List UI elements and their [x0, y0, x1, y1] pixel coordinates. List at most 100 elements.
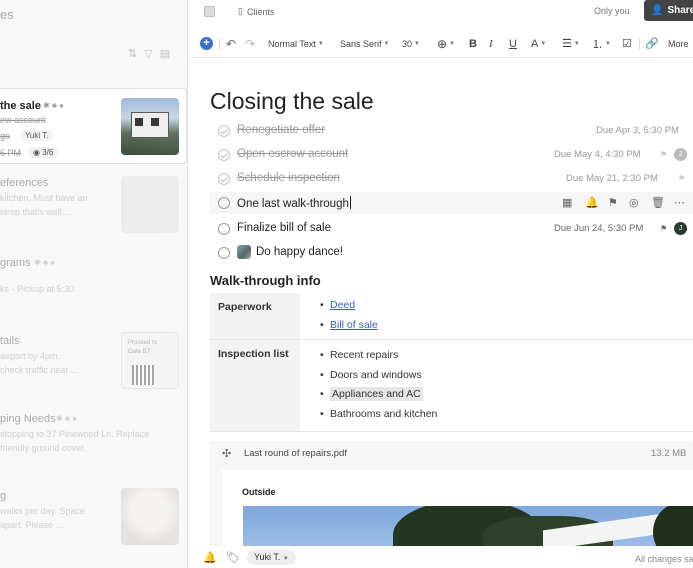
assign-icon[interactable]: ◎ [629, 196, 639, 209]
table-key-cell[interactable]: Paperwork [210, 293, 300, 340]
task-due-date: Due May 21, 2:30 PM [566, 173, 658, 184]
deed-link[interactable]: Deed [330, 299, 355, 311]
pdf-attachment[interactable]: ✣ Last round of repairs.pdf 13.2 MB Outs… [210, 441, 693, 559]
numbered-list-button[interactable]: ⒈ ▼ [592, 36, 611, 52]
table-key-cell[interactable]: Inspection list [210, 339, 300, 432]
task-label[interactable]: Do happy dance! [256, 246, 343, 258]
underline-icon[interactable]: U [509, 38, 517, 50]
italic-icon[interactable]: I [489, 38, 493, 50]
task-label[interactable]: One last walk-through [237, 196, 351, 210]
task-checkbox[interactable] [218, 197, 230, 209]
task-checkbox[interactable] [218, 223, 230, 235]
redo-icon[interactable]: ↷ [245, 37, 255, 51]
note-list-item-snippet2: apart. Please ... [0, 520, 64, 530]
assignee-avatar: J [674, 222, 687, 235]
link-icon[interactable]: 🔗 [645, 37, 659, 50]
task-row[interactable]: Schedule inspection Due May 21, 2:30 PM … [210, 168, 693, 190]
font-dropdown[interactable]: Sans Serif ▼ [340, 39, 389, 49]
filter-icon[interactable]: ▽ [144, 47, 152, 60]
share-button[interactable]: 👤 Share [644, 0, 693, 21]
task-row[interactable]: Finalize bill of sale Due Jun 24, 5:30 P… [210, 218, 693, 240]
more-options-icon[interactable]: ⋯ [674, 196, 685, 209]
task-checkbox[interactable] [218, 149, 230, 161]
note-list-item-snippet: ew account [0, 115, 46, 125]
task-label[interactable]: Open escrow account [237, 148, 348, 160]
task-label[interactable]: Finalize bill of sale [237, 222, 331, 234]
task-label[interactable]: Renegotiate offer [237, 124, 325, 136]
color-circle-icon: ⊕ [437, 36, 448, 51]
task-checkbox[interactable] [218, 125, 230, 137]
list-item[interactable]: Recent repairs [320, 346, 685, 366]
highlight-icon: A [531, 37, 539, 50]
notebook-icon: ▯ [238, 6, 243, 16]
save-status: All changes sa [635, 554, 693, 564]
walk-through-table: Paperwork Deed Bill of sale Inspection l… [210, 293, 693, 432]
table-value-cell[interactable]: Recent repairs Doors and windows Applian… [300, 339, 693, 432]
pdf-icon: ✣ [222, 448, 232, 460]
task-due-date: Due May 4, 4:30 PM [554, 149, 641, 160]
note-list-item-snippet2: go [0, 131, 11, 141]
font-value: Sans Serif [340, 38, 382, 49]
bulleted-list-button[interactable]: ☰ ▼ [562, 37, 580, 50]
sort-icon[interactable]: ⇅ [128, 47, 137, 60]
task-row[interactable]: Renegotiate offer Due Apr 3, 5:30 PM [210, 120, 693, 142]
note-list-item-task-count: ◉ 3/6 [28, 147, 59, 158]
text-color-button[interactable]: ⊕ ▼ [437, 37, 455, 51]
task-checkbox[interactable] [218, 247, 230, 259]
boarding-pass-thumbnail-image: Proceed to Gate B7 [121, 332, 179, 389]
chevron-down-icon: ▼ [383, 40, 390, 47]
assignee-avatar: J [674, 148, 687, 161]
undo-icon[interactable]: ↶ [226, 37, 236, 51]
task-row-active[interactable]: One last walk-through ▦ 🔔 ⚑ ◎ 🗑 ⋯ [210, 192, 693, 214]
checklist-icon[interactable]: ☑ [622, 37, 632, 50]
note-list-panel: es ⇅ ▽ ▤ the sale ✱ ♣ ♠ ew account go Yu… [0, 0, 188, 568]
pdf-page-heading: Outside [242, 487, 276, 497]
task-label[interactable]: Schedule inspection [237, 172, 340, 184]
flag-icon[interactable]: ⚑ [608, 196, 618, 209]
note-list-item-snippet: stopping to 37 Pinewood Ln. Replace [0, 429, 150, 439]
note-list-item-snippet: ks - Pickup at 5:30. [0, 284, 77, 294]
note-list-item-tags: ✱ ♣ ♠ [34, 258, 55, 267]
list-item[interactable]: Doors and windows [320, 366, 685, 386]
delete-icon[interactable]: 🗑 [651, 196, 665, 209]
bill-of-sale-link[interactable]: Bill of sale [330, 319, 378, 331]
note-list-item-tags: ✱ ♣ ♠ [56, 414, 77, 423]
chevron-down-icon: ▼ [414, 40, 420, 47]
list-item[interactable]: Bathrooms and kitchen [320, 405, 685, 425]
chevron-down-icon: ▼ [449, 40, 456, 47]
view-options-icon[interactable]: ▤ [160, 47, 170, 60]
expand-note-icon[interactable] [204, 6, 215, 17]
note-footer: 🔔 🏷 Yuki T. ▼ All changes sa [189, 546, 693, 568]
table-value-cell[interactable]: Deed Bill of sale [300, 293, 693, 340]
task-row[interactable]: Open escrow account Due May 4, 4:30 PM ⚑… [210, 144, 693, 166]
tag-pill-label: Yuki T. [254, 552, 281, 562]
task-checkbox[interactable] [218, 173, 230, 185]
list-item-text: Doors and windows [330, 368, 422, 381]
note-list-item-time: 6 PM [0, 148, 22, 158]
section-heading[interactable]: Walk-through info [210, 273, 321, 288]
plus-icon: + [200, 37, 213, 50]
font-size-dropdown[interactable]: 30 ▼ [402, 39, 420, 49]
note-list-item-selected[interactable]: the sale ✱ ♣ ♠ ew account go Yuki T. 6 P… [0, 88, 187, 164]
formatting-toolbar: + ↶ ↷ Normal Text ▼ Sans Serif ▼ 30 ▼ ⊕ ▼ B … [189, 30, 693, 58]
note-list-item-title: ping Needs [0, 413, 56, 425]
list-item-highlighted[interactable]: Appliances and AC [320, 385, 685, 405]
insert-button[interactable]: + [200, 37, 213, 50]
reminder-bell-icon[interactable]: 🔔 [203, 551, 217, 564]
more-button[interactable]: More [668, 39, 689, 49]
note-list-item-tag: Yuki T. [20, 130, 54, 141]
attachment-filename[interactable]: Last round of repairs.pdf [244, 448, 347, 459]
tag-pill[interactable]: Yuki T. ▼ [247, 550, 296, 565]
calendar-icon[interactable]: ▦ [562, 196, 572, 209]
task-row[interactable]: Do happy dance! [210, 242, 693, 264]
reminder-bell-icon[interactable]: 🔔 [585, 196, 599, 209]
house-thumbnail-image [121, 98, 179, 155]
note-list-heading: es [0, 7, 14, 22]
tag-icon[interactable]: 🏷 [226, 551, 240, 564]
bold-icon[interactable]: B [469, 38, 477, 50]
text-style-value: Normal Text [268, 38, 316, 49]
highlight-button[interactable]: A ▼ [531, 38, 546, 50]
notebook-breadcrumb[interactable]: ▯ Clients [238, 6, 274, 17]
text-style-dropdown[interactable]: Normal Text ▼ [268, 39, 324, 49]
note-title[interactable]: Closing the sale [210, 88, 374, 115]
